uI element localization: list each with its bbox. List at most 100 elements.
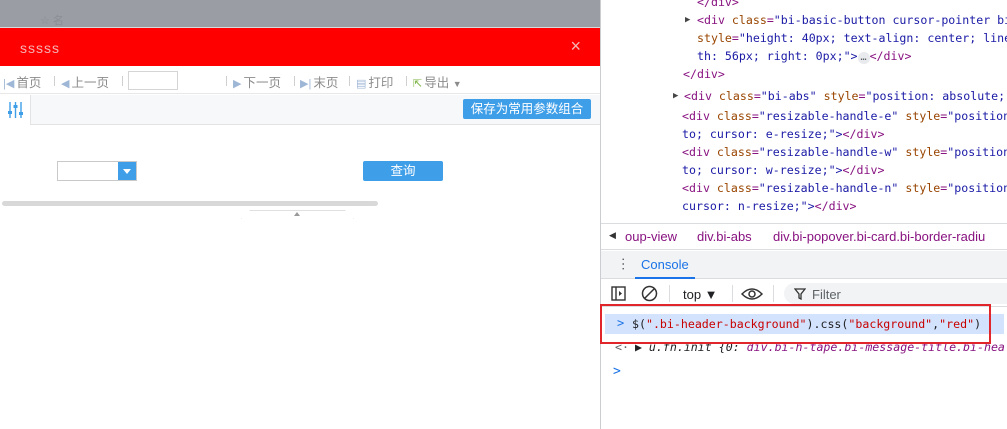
collapse-handle[interactable] bbox=[241, 210, 354, 219]
horizontal-scrollbar[interactable] bbox=[2, 201, 378, 206]
print-button[interactable]: ▤ 打印 bbox=[356, 72, 393, 91]
parameter-bar: 保存为常用参数组合 bbox=[0, 95, 600, 125]
dom-attr: class bbox=[716, 181, 752, 195]
dom-attr: style bbox=[905, 181, 941, 195]
filter-icon bbox=[794, 288, 806, 300]
save-params-button[interactable]: 保存为常用参数组合 bbox=[463, 99, 591, 119]
close-icon[interactable]: × bbox=[570, 36, 581, 57]
breadcrumb-item[interactable]: div.bi-abs bbox=[697, 229, 752, 244]
dom-tag: </div> bbox=[869, 49, 912, 63]
modal-overlay: ☆ 名 bbox=[0, 0, 600, 27]
context-selector[interactable]: top ▼ bbox=[683, 287, 718, 302]
dom-attr: class bbox=[718, 89, 754, 103]
dom-line[interactable]: <div class="bi-abs" style="position: abs… bbox=[684, 87, 1005, 105]
last-page-label: 末页 bbox=[313, 76, 339, 90]
dialog-title: sssss bbox=[20, 40, 60, 56]
console-prompt-icon[interactable]: > bbox=[613, 364, 621, 379]
sidebar-toggle-icon[interactable] bbox=[611, 286, 626, 301]
toolbar-divider bbox=[226, 76, 227, 86]
dom-attr-value: "height: 40px; text-align: center; line bbox=[738, 31, 1007, 45]
console-toolbar: top ▼ Filter bbox=[601, 280, 1007, 307]
scroll-left-icon[interactable]: ◀ bbox=[609, 230, 616, 241]
dropdown-arrow-icon[interactable] bbox=[118, 162, 136, 180]
dom-tag: <div bbox=[682, 181, 710, 195]
next-page-button[interactable]: ▶ 下一页 bbox=[233, 72, 281, 91]
prev-page-icon: ◀ bbox=[61, 78, 70, 90]
dom-line[interactable]: </div> bbox=[697, 0, 739, 11]
toolbar-divider bbox=[669, 285, 670, 302]
sliders-icon bbox=[8, 102, 23, 118]
dom-tag: <div bbox=[682, 145, 710, 159]
dom-attr-value: "position bbox=[947, 109, 1007, 123]
query-button[interactable]: 查询 bbox=[363, 161, 443, 181]
dom-line[interactable]: cursor: n-resize;"></div> bbox=[682, 197, 857, 215]
devtools-pane: </div> ▶ <div class="bi-basic-button cur… bbox=[600, 0, 1007, 429]
first-page-button[interactable]: |◀ 首页 bbox=[3, 72, 41, 91]
breadcrumb-item[interactable]: div.bi-popover.bi-card.bi-border-radiu bbox=[773, 229, 985, 244]
elements-panel: </div> ▶ <div class="bi-basic-button cur… bbox=[601, 0, 1007, 222]
dialog-header[interactable]: sssss × bbox=[0, 27, 600, 66]
collapsed-ellipsis[interactable]: … bbox=[857, 52, 870, 64]
expand-triangle-icon[interactable]: ▶ bbox=[685, 15, 690, 25]
print-icon: ▤ bbox=[356, 78, 367, 90]
dom-tag: </div> bbox=[842, 163, 885, 177]
dom-attr-value: "position bbox=[947, 145, 1007, 159]
dom-line[interactable]: </div> bbox=[683, 65, 725, 83]
dom-attr: style bbox=[905, 145, 941, 159]
screenshot-root: ☆ 名 sssss × |◀ 首页 ◀ 上一页 ▶ 下一页 ▶| 末页 ▤ 打印 ⇱ 导出 bbox=[0, 0, 1007, 429]
dom-tag: </div> bbox=[697, 0, 739, 9]
toolbar-divider bbox=[54, 76, 55, 86]
dom-line[interactable]: <div class="resizable-handle-n" style="p… bbox=[682, 179, 1007, 197]
next-page-label: 下一页 bbox=[243, 76, 281, 90]
page-number-input[interactable] bbox=[128, 71, 178, 90]
toolbar-divider bbox=[294, 76, 295, 86]
dom-tag: <div bbox=[697, 13, 725, 27]
breadcrumb-item[interactable]: oup-view bbox=[625, 229, 677, 244]
dom-attr-value: "position bbox=[947, 181, 1007, 195]
toolbar-divider bbox=[122, 76, 123, 86]
dom-attr: style bbox=[697, 31, 732, 45]
dom-line[interactable]: <div class="resizable-handle-e" style="p… bbox=[682, 107, 1007, 125]
dom-line[interactable]: to; cursor: e-resize;"></div> bbox=[682, 125, 884, 143]
dom-attr-value: th: 56px; right: 0px;"> bbox=[697, 49, 858, 63]
dom-tag: </div> bbox=[842, 127, 885, 141]
clear-console-icon[interactable] bbox=[641, 285, 658, 302]
export-button[interactable]: ⇱ 导出 ▼ bbox=[413, 72, 462, 91]
dom-attr: class bbox=[716, 145, 752, 159]
filter-placeholder: Filter bbox=[812, 287, 841, 302]
breadcrumb: ◀ oup-view div.bi-abs div.bi-popover.bi-… bbox=[601, 223, 1007, 250]
dom-attr: style bbox=[823, 89, 859, 103]
dom-line[interactable]: style="height: 40px; text-align: center;… bbox=[697, 29, 1007, 47]
dom-attr: class bbox=[731, 13, 767, 27]
tab-console-label: Console bbox=[641, 257, 689, 272]
export-icon: ⇱ bbox=[413, 78, 423, 90]
expand-triangle-icon[interactable]: ▶ bbox=[673, 91, 678, 101]
dom-line[interactable]: <div class="resizable-handle-w" style="p… bbox=[682, 143, 1007, 161]
dom-line[interactable]: to; cursor: w-resize;"></div> bbox=[682, 161, 884, 179]
prev-page-button[interactable]: ◀ 上一页 bbox=[61, 72, 109, 91]
param-combo[interactable] bbox=[57, 161, 137, 181]
prev-page-label: 上一页 bbox=[71, 76, 109, 90]
last-page-icon: ▶| bbox=[300, 78, 312, 90]
last-page-button[interactable]: ▶| 末页 bbox=[300, 72, 338, 91]
export-label: 导出 bbox=[424, 76, 450, 90]
parameter-tab[interactable] bbox=[0, 95, 31, 125]
report-toolbar: |◀ 首页 ◀ 上一页 ▶ 下一页 ▶| 末页 ▤ 打印 ⇱ 导出 ▼ bbox=[0, 66, 600, 94]
ghost-text: ☆ 名 bbox=[40, 15, 64, 27]
toolbar-divider bbox=[732, 285, 733, 302]
eye-icon[interactable] bbox=[741, 287, 763, 301]
print-label: 打印 bbox=[368, 76, 394, 90]
dom-attr-value: "resizable-handle-n" bbox=[758, 181, 899, 195]
report-dialog: sssss × |◀ 首页 ◀ 上一页 ▶ 下一页 ▶| 末页 ▤ 打印 ⇱ 导出 ▼ bbox=[0, 27, 600, 219]
next-page-icon: ▶ bbox=[233, 78, 242, 90]
annotation-highlight-box bbox=[600, 304, 991, 344]
first-page-label: 首页 bbox=[16, 76, 42, 90]
chevron-down-icon: ▼ bbox=[452, 79, 462, 89]
tab-console[interactable]: Console bbox=[635, 251, 695, 279]
filter-input[interactable]: Filter bbox=[784, 283, 1007, 304]
dom-attr-value: "bi-basic-button cursor-pointer bi bbox=[773, 13, 1007, 27]
dom-line[interactable]: <div class="bi-basic-button cursor-point… bbox=[697, 11, 1007, 29]
toolbar-divider bbox=[773, 285, 774, 302]
dom-line[interactable]: th: 56px; right: 0px;">… </div> bbox=[697, 47, 911, 65]
more-options-icon[interactable]: ⋯ bbox=[616, 257, 632, 271]
